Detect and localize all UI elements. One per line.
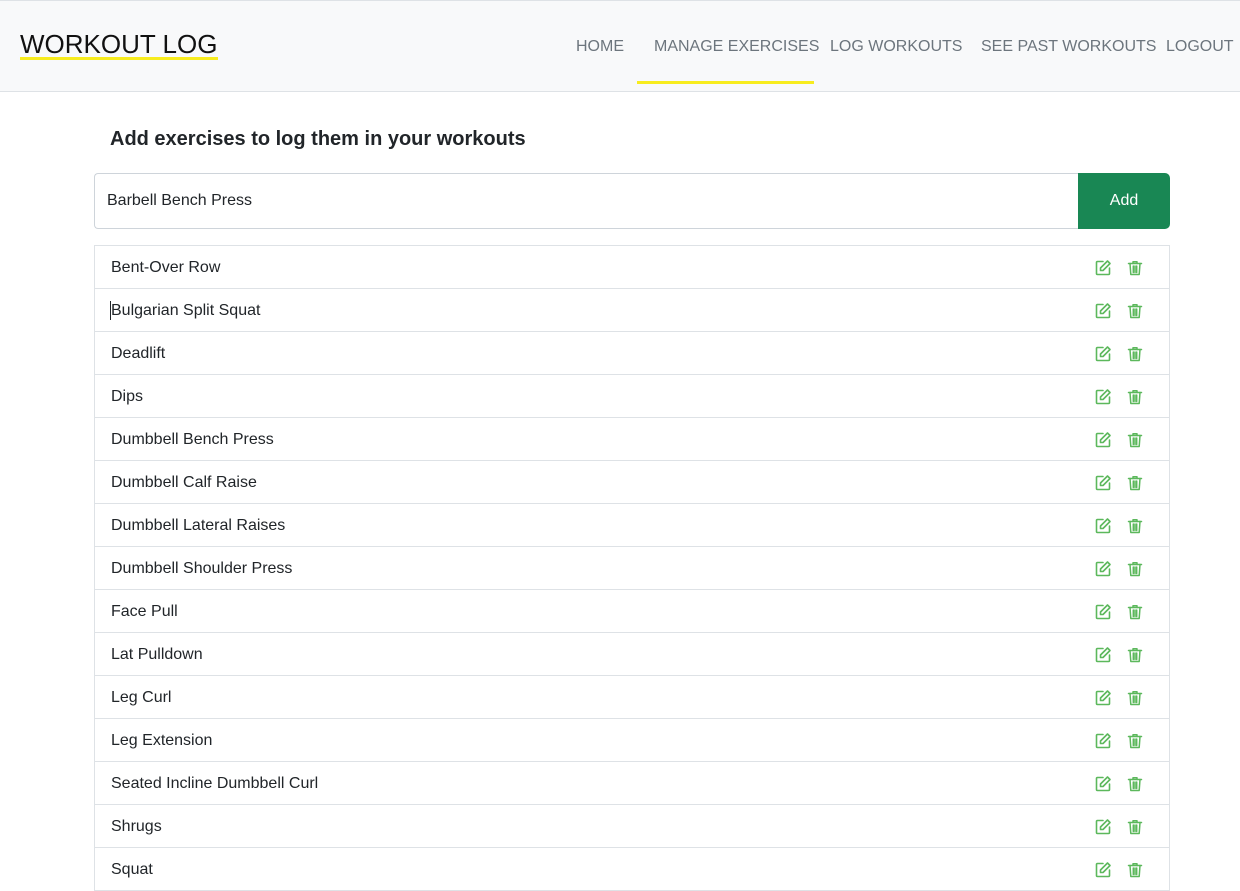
navbar: WORKOUT LOG HOME MANAGE EXERCISES LOG WO… xyxy=(0,0,1240,92)
trash-icon[interactable] xyxy=(1126,474,1144,492)
nav-link-see-past-workouts[interactable]: SEE PAST WORKOUTS xyxy=(981,37,1156,57)
nav-link-home[interactable]: HOME xyxy=(576,37,624,57)
brand-underline xyxy=(20,57,218,60)
edit-icon[interactable] xyxy=(1094,732,1112,750)
exercise-name: Dumbbell Lateral Raises xyxy=(111,517,286,534)
trash-icon[interactable] xyxy=(1126,388,1144,406)
nav-link-log-workouts[interactable]: LOG WORKOUTS xyxy=(830,37,962,57)
list-item: Seated Incline Dumbbell Curl xyxy=(95,762,1169,805)
edit-icon[interactable] xyxy=(1094,646,1112,664)
list-item: Leg Curl xyxy=(95,676,1169,719)
exercise-name: Leg Curl xyxy=(111,689,172,706)
exercise-name: Seated Incline Dumbbell Curl xyxy=(111,775,319,792)
edit-icon[interactable] xyxy=(1094,345,1112,363)
edit-icon[interactable] xyxy=(1094,302,1112,320)
edit-icon[interactable] xyxy=(1094,775,1112,793)
exercise-name: Dumbbell Shoulder Press xyxy=(111,560,293,577)
list-item: Squat xyxy=(95,848,1169,891)
trash-icon[interactable] xyxy=(1126,302,1144,320)
edit-icon[interactable] xyxy=(1094,818,1112,836)
nav-active-indicator xyxy=(637,81,814,84)
edit-icon[interactable] xyxy=(1094,388,1112,406)
list-item: Dips xyxy=(95,375,1169,418)
list-item: Dumbbell Bench Press xyxy=(95,418,1169,461)
exercise-list: Bent-Over Row Bulgarian Split Squat Dead… xyxy=(94,245,1170,891)
trash-icon[interactable] xyxy=(1126,861,1144,879)
trash-icon[interactable] xyxy=(1126,517,1144,535)
edit-icon[interactable] xyxy=(1094,861,1112,879)
edit-icon[interactable] xyxy=(1094,560,1112,578)
exercise-name-input[interactable] xyxy=(94,173,1080,229)
page-heading: Add exercises to log them in your workou… xyxy=(110,128,526,150)
edit-icon[interactable] xyxy=(1094,259,1112,277)
exercise-name: Leg Extension xyxy=(111,732,213,749)
nav-link-logout[interactable]: LOGOUT xyxy=(1166,37,1234,57)
edit-icon[interactable] xyxy=(1094,689,1112,707)
trash-icon[interactable] xyxy=(1126,345,1144,363)
list-item: Leg Extension xyxy=(95,719,1169,762)
list-item: Shrugs xyxy=(95,805,1169,848)
list-item: Dumbbell Calf Raise xyxy=(95,461,1169,504)
exercise-name: Squat xyxy=(111,861,153,878)
nav-link-manage-exercises[interactable]: MANAGE EXERCISES xyxy=(654,37,819,57)
exercise-name: Shrugs xyxy=(111,818,162,835)
trash-icon[interactable] xyxy=(1126,259,1144,277)
list-item: Bent-Over Row xyxy=(95,246,1169,289)
trash-icon[interactable] xyxy=(1126,732,1144,750)
exercise-name: Dumbbell Bench Press xyxy=(111,431,274,448)
exercise-name: Bent-Over Row xyxy=(111,259,221,276)
trash-icon[interactable] xyxy=(1126,603,1144,621)
edit-icon[interactable] xyxy=(1094,431,1112,449)
brand-logo[interactable]: WORKOUT LOG xyxy=(20,28,217,60)
add-exercise-form: Add xyxy=(94,173,1170,229)
list-item: Face Pull xyxy=(95,590,1169,633)
exercise-name: Lat Pulldown xyxy=(111,646,203,663)
edit-icon[interactable] xyxy=(1094,474,1112,492)
trash-icon[interactable] xyxy=(1126,560,1144,578)
trash-icon[interactable] xyxy=(1126,818,1144,836)
list-item: Lat Pulldown xyxy=(95,633,1169,676)
edit-icon[interactable] xyxy=(1094,603,1112,621)
list-item: Dumbbell Lateral Raises xyxy=(95,504,1169,547)
exercise-name: Deadlift xyxy=(111,345,166,362)
list-item: Deadlift xyxy=(95,332,1169,375)
exercise-name: Dumbbell Calf Raise xyxy=(111,474,257,491)
add-button[interactable]: Add xyxy=(1078,173,1170,229)
trash-icon[interactable] xyxy=(1126,646,1144,664)
trash-icon[interactable] xyxy=(1126,431,1144,449)
exercise-name: Face Pull xyxy=(111,603,178,620)
list-item: Bulgarian Split Squat xyxy=(95,289,1169,332)
trash-icon[interactable] xyxy=(1126,689,1144,707)
exercise-name: Bulgarian Split Squat xyxy=(111,302,261,319)
edit-icon[interactable] xyxy=(1094,517,1112,535)
list-item: Dumbbell Shoulder Press xyxy=(95,547,1169,590)
trash-icon[interactable] xyxy=(1126,775,1144,793)
exercise-name: Dips xyxy=(111,388,144,405)
